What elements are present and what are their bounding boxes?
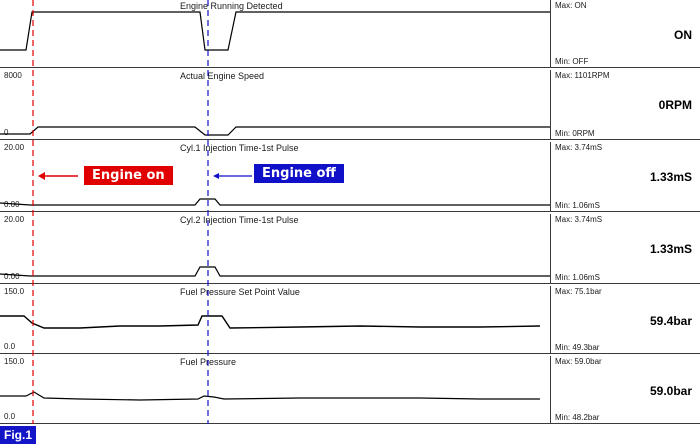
min-label: Min: 1.06mS [555, 201, 600, 210]
event-markers [32, 0, 252, 424]
min-label: Min: OFF [555, 57, 589, 66]
current-value: ON [674, 28, 692, 42]
engine-on-label: Engine on [84, 166, 173, 185]
readout-box: Max: 3.74mS 1.33mS Min: 1.06mS [550, 142, 700, 212]
current-value: 59.4bar [649, 314, 692, 328]
max-label: Max: ON [555, 1, 587, 10]
min-label: Min: 0RPM [555, 129, 595, 138]
readout-box: Max: 59.0bar 59.0bar Min: 48.2bar [550, 356, 700, 424]
readout-box: Max: ON ON Min: OFF [550, 0, 700, 68]
max-label: Max: 59.0bar [555, 357, 602, 366]
current-value: 1.33mS [649, 242, 692, 256]
readout-box: Max: 3.74mS 1.33mS Min: 1.06mS [550, 214, 700, 284]
current-value: 0RPM [658, 98, 692, 112]
max-label: Max: 3.74mS [555, 215, 603, 224]
max-label: Max: 75.1bar [555, 287, 602, 296]
engine-off-label: Engine off [254, 164, 344, 183]
min-label: Min: 49.3bar [555, 343, 600, 352]
current-value: 1.33mS [649, 170, 692, 184]
max-label: Max: 3.74mS [555, 143, 603, 152]
readout-box: Max: 75.1bar 59.4bar Min: 49.3bar [550, 286, 700, 354]
readout-box: Max: 1101RPM 0RPM Min: 0RPM [550, 70, 700, 140]
scope-display: Engine Running Detected Max: ON ON Min: … [0, 0, 700, 447]
min-label: Min: 48.2bar [555, 413, 600, 422]
current-value: 59.0bar [649, 384, 692, 398]
max-label: Max: 1101RPM [555, 71, 610, 80]
min-label: Min: 1.06mS [555, 273, 600, 282]
figure-label: Fig.1 [0, 426, 37, 444]
